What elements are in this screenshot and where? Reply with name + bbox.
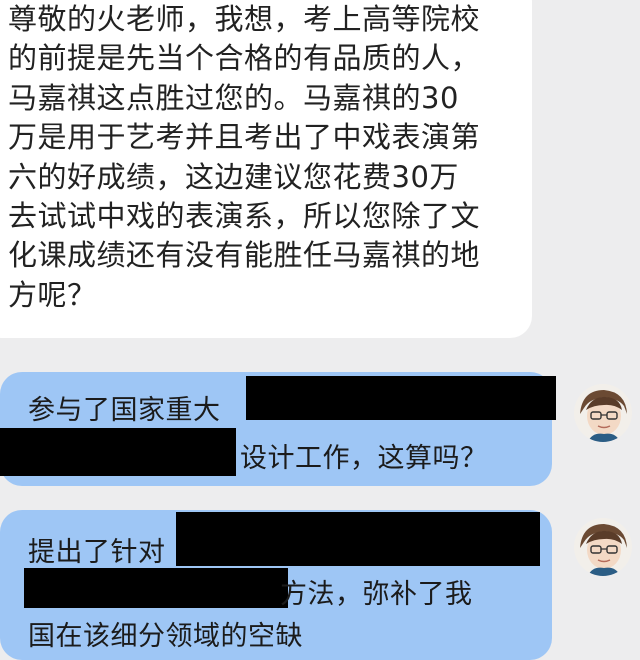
avatar[interactable] (574, 384, 632, 442)
reply-1-line-2: 设计工作，这算吗？ (240, 443, 488, 474)
reply-2-line-2: 方法，弥补了我 (280, 579, 473, 610)
redaction-block (24, 568, 288, 608)
avatar[interactable] (574, 518, 632, 576)
redaction-block (176, 512, 540, 566)
reply-2-line-1: 提出了针对 (28, 537, 166, 568)
user-avatar-icon (574, 384, 632, 442)
incoming-message-line: 马嘉祺这点胜过您的。马嘉祺的30 (8, 80, 459, 115)
incoming-message-line: 方呢？ (8, 277, 97, 312)
incoming-message-line: 六的好成绩，这边建议您花费30万 (8, 159, 459, 194)
incoming-message-line: 去试试中戏的表演系，所以您除了文 (8, 199, 481, 234)
redaction-block (0, 428, 236, 476)
reply-1-line-1: 参与了国家重大 (28, 395, 221, 426)
incoming-message-line: 万是用于艺考并且考出了中戏表演第 (8, 120, 481, 155)
incoming-message-line: 化课成绩还有没有能胜任马嘉祺的地 (8, 238, 481, 273)
incoming-message-text: 尊敬的火老师，我想，考上高等院校 的前提是先当个合格的有品质的人， 马嘉祺这点胜… (8, 0, 528, 315)
incoming-message-line: 尊敬的火老师，我想，考上高等院校 (8, 2, 481, 36)
redaction-block (246, 376, 556, 420)
incoming-message-line: 的前提是先当个合格的有品质的人， (8, 41, 481, 76)
reply-2-line-3: 国在该细分领域的空缺 (28, 621, 303, 652)
user-avatar-icon (574, 518, 632, 576)
